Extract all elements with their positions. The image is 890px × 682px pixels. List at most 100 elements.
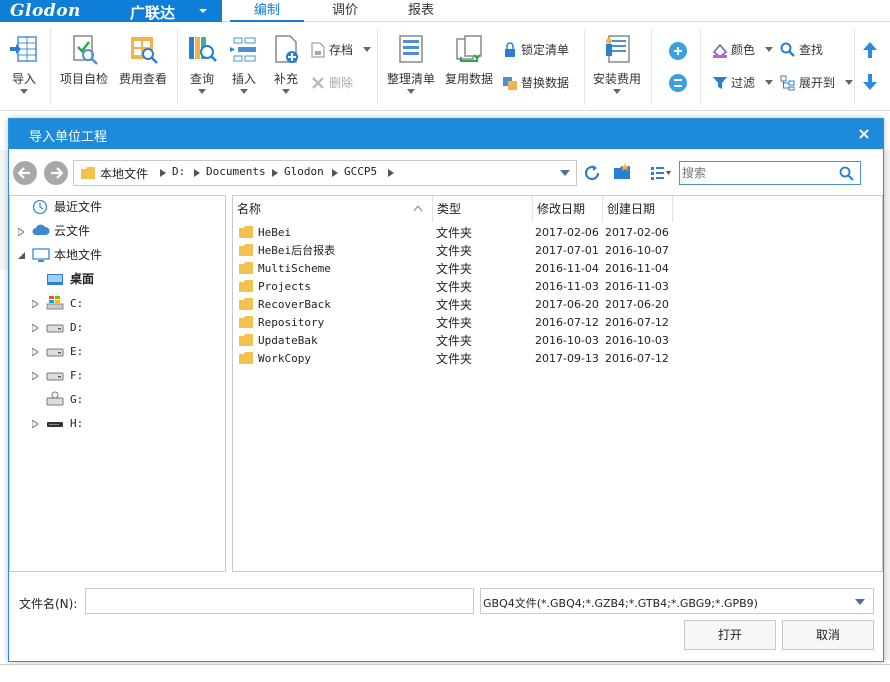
file-row[interactable]: RecoverBack 文件夹 2017-06-20 2017-06-20 [233, 296, 673, 314]
organize-list-button[interactable]: 整理清单 [384, 33, 438, 94]
chevron-down-icon[interactable] [560, 170, 570, 176]
dropdown-arrow-icon [198, 89, 206, 94]
tree-item-drive-g[interactable]: G: [32, 390, 212, 410]
close-icon[interactable] [857, 127, 871, 141]
tree-item-local[interactable]: 本地文件 [18, 246, 218, 266]
import-button[interactable]: 导入 [6, 33, 42, 94]
search-box[interactable] [679, 161, 861, 185]
chevron-down-icon[interactable] [196, 4, 210, 18]
file-row[interactable]: Repository 文件夹 2016-07-12 2016-07-12 [233, 314, 673, 332]
column-header-modified[interactable]: 修改日期 [533, 196, 603, 222]
fee-view-button[interactable]: 费用查看 [116, 33, 170, 87]
tab-report[interactable]: 报表 [398, 0, 444, 22]
reuse-data-button[interactable]: 复用数据 [442, 33, 496, 87]
cloud-icon [32, 224, 50, 235]
file-type: 文件夹 [436, 244, 473, 258]
tree-item-drive-d[interactable]: D: [32, 318, 212, 338]
supplement-button[interactable]: 补充 [268, 33, 304, 94]
tree-item-desktop[interactable]: 桌面 [46, 270, 216, 290]
expand-arrow-icon[interactable] [32, 420, 38, 428]
filter-button[interactable]: 过滤 [712, 73, 776, 93]
cancel-button[interactable]: 取消 [782, 620, 874, 650]
back-button[interactable] [13, 161, 37, 185]
import-unit-project-dialog: 导入单位工程 本地文件 D: Documents Glodon GCCP5 搜索… [8, 118, 884, 662]
install-fee-icon [606, 35, 630, 63]
find-button[interactable]: 查找 [780, 40, 823, 60]
expand-arrow-icon[interactable] [32, 300, 38, 308]
expand-arrow-icon[interactable] [32, 348, 38, 356]
open-button[interactable]: 打开 [684, 620, 776, 650]
refresh-icon[interactable] [583, 164, 601, 182]
color-button[interactable]: 颜色 [712, 40, 776, 60]
column-header-type[interactable]: 类型 [433, 196, 533, 222]
expand-arrow-icon[interactable] [32, 372, 38, 380]
file-row[interactable]: HeBei后台报表 文件夹 2017-07-01 2016-10-07 [233, 242, 673, 260]
collapse-arrow-icon[interactable] [18, 252, 26, 260]
forward-button[interactable] [44, 161, 68, 185]
expand-arrow-icon[interactable] [32, 324, 38, 332]
expand-to-button[interactable]: 展开到 [780, 73, 856, 93]
self-check-button[interactable]: 项目自检 [58, 33, 110, 87]
tree-item-cloud[interactable]: 云文件 [18, 222, 218, 242]
address-bar[interactable]: 本地文件 D: Documents Glodon GCCP5 [73, 160, 577, 186]
symbol-round-icon-2[interactable] [668, 73, 688, 93]
tab-price-adjust[interactable]: 调价 [322, 0, 368, 22]
path-segment[interactable]: GCCP5 [344, 165, 377, 178]
windows-drive-icon [46, 296, 64, 310]
divider [584, 29, 585, 105]
usb-drive-icon [47, 422, 63, 427]
search-input[interactable] [682, 164, 832, 182]
tree-item-drive-f[interactable]: F: [32, 366, 212, 386]
file-modified: 2016-11-03 [535, 280, 599, 293]
path-segment[interactable]: D: [172, 165, 185, 178]
path-segment[interactable]: 本地文件 [100, 165, 148, 182]
app-logo[interactable]: Glodon 广联达 [0, 0, 222, 22]
folder-icon [239, 262, 253, 274]
new-folder-icon[interactable] [613, 163, 631, 181]
tree-item-drive-h[interactable]: H: [32, 414, 212, 434]
filename-label: 文件名(N): [19, 597, 78, 611]
filename-input[interactable] [85, 588, 474, 614]
delete-label: 删除 [329, 76, 354, 90]
file-modified: 2017-07-01 [535, 244, 599, 257]
file-row[interactable]: HeBei 文件夹 2017-02-06 2017-02-06 [233, 224, 673, 242]
chevron-down-icon[interactable] [855, 599, 865, 605]
dropdown-arrow-icon [764, 80, 773, 85]
tree-label: F: [70, 369, 84, 382]
move-down-icon[interactable] [862, 73, 878, 91]
move-up-icon[interactable] [862, 41, 878, 59]
expand-arrow-icon[interactable] [18, 228, 24, 236]
path-segment[interactable]: Documents [206, 165, 266, 178]
tree-item-drive-e[interactable]: E: [32, 342, 212, 362]
replace-data-button[interactable]: 替换数据 [502, 73, 569, 93]
file-created: 2016-11-04 [605, 262, 669, 275]
file-row[interactable]: WorkCopy 文件夹 2017-09-13 2016-07-12 [233, 350, 673, 368]
folder-icon [239, 316, 253, 328]
delete-button[interactable]: 删除 [310, 73, 353, 93]
file-row[interactable]: Projects 文件夹 2016-11-03 2016-11-03 [233, 278, 673, 296]
file-row[interactable]: MultiScheme 文件夹 2016-11-04 2016-11-04 [233, 260, 673, 278]
folder-icon [81, 167, 95, 179]
lock-list-button[interactable]: 锁定清单 [502, 40, 569, 60]
file-row[interactable]: UpdateBak 文件夹 2016-10-03 2016-10-03 [233, 332, 673, 350]
navigation-bar: 本地文件 D: Documents Glodon GCCP5 [9, 157, 883, 189]
install-fee-button[interactable]: 安装费用 [590, 33, 644, 94]
column-header-created[interactable]: 创建日期 [603, 196, 673, 222]
folder-icon [239, 352, 253, 364]
dropdown-arrow-icon [282, 89, 290, 94]
divider [50, 29, 51, 105]
tree-item-drive-c[interactable]: C: [32, 294, 212, 314]
symbol-round-icon[interactable] [668, 41, 688, 61]
column-header-name[interactable]: 名称 [233, 196, 433, 222]
tree-item-recent[interactable]: 最近文件 [18, 198, 218, 218]
search-icon[interactable] [839, 166, 854, 181]
file-name: HeBei [258, 226, 292, 239]
path-segment[interactable]: Glodon [284, 165, 324, 178]
insert-button[interactable]: 插入 [226, 33, 262, 94]
save-archive-button[interactable]: 存档 [310, 40, 374, 60]
file-type-select[interactable]: GBQ4文件(*.GBQ4;*.GZB4;*.GTB4;*.GBG9;*.GPB… [480, 588, 874, 614]
query-button[interactable]: 查询 [184, 33, 220, 94]
view-list-icon[interactable] [651, 166, 671, 180]
tab-edit[interactable]: 编制 [230, 0, 304, 22]
background-grid-strip [0, 664, 890, 682]
